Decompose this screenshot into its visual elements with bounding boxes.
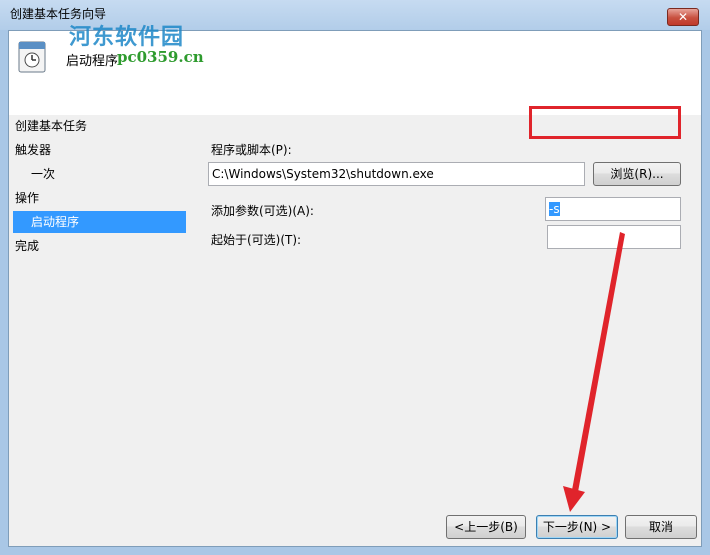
annotation-arrow-head: [563, 486, 585, 512]
annotation-arrow: [563, 232, 625, 512]
annotation-arrow-shaft: [572, 232, 625, 492]
